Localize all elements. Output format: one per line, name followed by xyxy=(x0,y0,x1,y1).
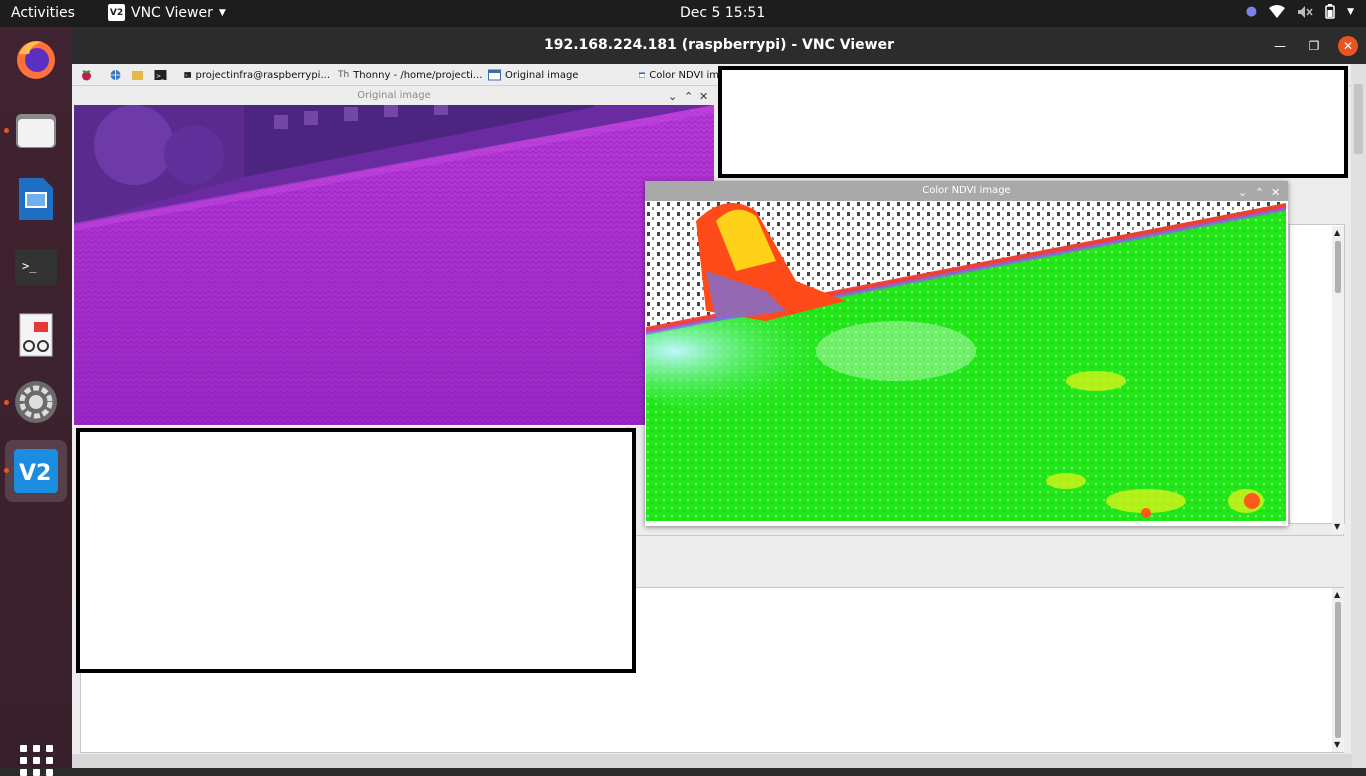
vnc-viewer-window: 192.168.224.181 (raspberrypi) - VNC View… xyxy=(72,27,1366,768)
shell-scrollbar[interactable]: ▲ ▼ xyxy=(1332,588,1344,752)
system-menu-caret-icon[interactable]: ▼ xyxy=(1347,7,1354,17)
scroll-thumb[interactable] xyxy=(1354,84,1363,154)
running-indicator xyxy=(4,128,9,133)
editor-scrollbar[interactable]: ▲ ▼ xyxy=(1332,226,1344,534)
wifi-icon xyxy=(1269,4,1286,18)
window-title: 192.168.224.181 (raspberrypi) - VNC View… xyxy=(544,37,894,53)
running-indicator xyxy=(4,400,9,405)
scroll-up-icon[interactable]: ▲ xyxy=(1334,228,1340,237)
vnc-vertical-scrollbar[interactable] xyxy=(1351,64,1366,768)
firefox-icon[interactable] xyxy=(12,35,60,83)
svg-text:>_: >_ xyxy=(185,74,190,78)
ndvi-image xyxy=(646,201,1286,521)
vnc-viewer-icon[interactable]: V2 xyxy=(5,440,67,502)
close-icon[interactable]: ✕ xyxy=(699,87,708,106)
window-titlebar[interactable]: 192.168.224.181 (raspberrypi) - VNC View… xyxy=(72,27,1366,64)
close-icon[interactable]: ✕ xyxy=(1338,36,1358,56)
thonny-icon: Th xyxy=(338,70,350,80)
task-label: Original image xyxy=(505,69,579,81)
dock: >_ V2 xyxy=(0,27,72,776)
minimize-icon[interactable]: — xyxy=(1270,36,1290,56)
scroll-thumb[interactable] xyxy=(1335,241,1341,293)
show-applications-icon[interactable] xyxy=(20,745,54,776)
battery-icon xyxy=(1325,4,1335,19)
remote-desktop[interactable]: >_ >_ projectinfra@raspberrypi... Th Tho… xyxy=(72,64,1366,768)
settings-icon[interactable] xyxy=(12,378,60,426)
vnc-horizontal-scrollbar[interactable] xyxy=(72,754,1352,768)
chevron-down-icon[interactable]: ⌄ xyxy=(1238,183,1247,203)
terminal-icon[interactable]: >_ xyxy=(12,243,60,291)
system-tray[interactable]: ● ▼ xyxy=(1246,4,1354,19)
task-terminal[interactable]: >_ projectinfra@raspberrypi... xyxy=(184,67,330,83)
chevron-up-icon[interactable]: ⌃ xyxy=(1255,183,1264,203)
redacted-region xyxy=(718,66,1348,178)
app-menu[interactable]: V2 VNC Viewer ▼ xyxy=(108,4,226,21)
top-bar: Activities V2 VNC Viewer ▼ Dec 5 15:51 ●… xyxy=(0,0,1366,27)
original-image-window[interactable]: Original image ⌄ ⌃ ✕ xyxy=(74,86,714,426)
clock[interactable]: Dec 5 15:51 xyxy=(680,5,765,21)
svg-text:>_: >_ xyxy=(22,259,37,273)
redacted-region xyxy=(76,428,636,673)
ndvi-window-titlebar[interactable]: Color NDVI image ⌄ ⌃ ✕ xyxy=(645,181,1288,201)
task-thonny[interactable]: Th Thonny - /home/projecti... xyxy=(338,67,484,83)
volume-muted-icon xyxy=(1298,5,1313,18)
svg-text:V2: V2 xyxy=(19,461,51,486)
document-viewer-icon[interactable] xyxy=(12,311,60,359)
files-icon[interactable] xyxy=(12,106,60,154)
libreoffice-impress-icon[interactable] xyxy=(12,175,60,223)
scroll-thumb[interactable] xyxy=(1335,602,1341,738)
task-label: Color NDVI im xyxy=(649,69,719,81)
original-image xyxy=(74,105,714,425)
ndvi-window-title: Color NDVI image xyxy=(922,185,1011,196)
chevron-down-icon: ▼ xyxy=(218,7,226,18)
task-label: Thonny - /home/projecti... xyxy=(353,69,483,81)
scroll-down-icon[interactable]: ▼ xyxy=(1334,740,1340,749)
chevron-down-icon[interactable]: ⌄ xyxy=(668,87,677,106)
svg-text:>_: >_ xyxy=(156,73,165,80)
original-window-titlebar[interactable]: Original image ⌄ ⌃ ✕ xyxy=(74,86,714,105)
task-label: projectinfra@raspberrypi... xyxy=(195,69,330,81)
maximize-icon[interactable]: ❐ xyxy=(1304,36,1324,56)
scroll-down-icon[interactable]: ▼ xyxy=(1334,522,1340,531)
activities-button[interactable]: Activities xyxy=(11,5,75,21)
scroll-up-icon[interactable]: ▲ xyxy=(1334,590,1340,599)
file-manager-icon[interactable] xyxy=(131,67,144,83)
chevron-up-icon[interactable]: ⌃ xyxy=(684,87,693,106)
task-color-ndvi[interactable]: Color NDVI im xyxy=(639,67,719,83)
web-browser-icon[interactable] xyxy=(109,67,122,83)
app-menu-label: VNC Viewer xyxy=(131,4,213,21)
running-indicator xyxy=(4,468,9,473)
task-original-image[interactable]: Original image xyxy=(488,67,632,83)
close-icon[interactable]: ✕ xyxy=(1271,183,1280,203)
raspberry-menu-icon[interactable] xyxy=(80,67,93,83)
terminal-launcher-icon[interactable]: >_ xyxy=(154,67,167,83)
color-ndvi-window[interactable]: Color NDVI image ⌄ ⌃ ✕ xyxy=(645,181,1288,526)
original-window-title: Original image xyxy=(357,90,431,101)
vnc-app-icon: V2 xyxy=(108,4,125,21)
teams-icon[interactable]: ● xyxy=(1246,4,1257,19)
